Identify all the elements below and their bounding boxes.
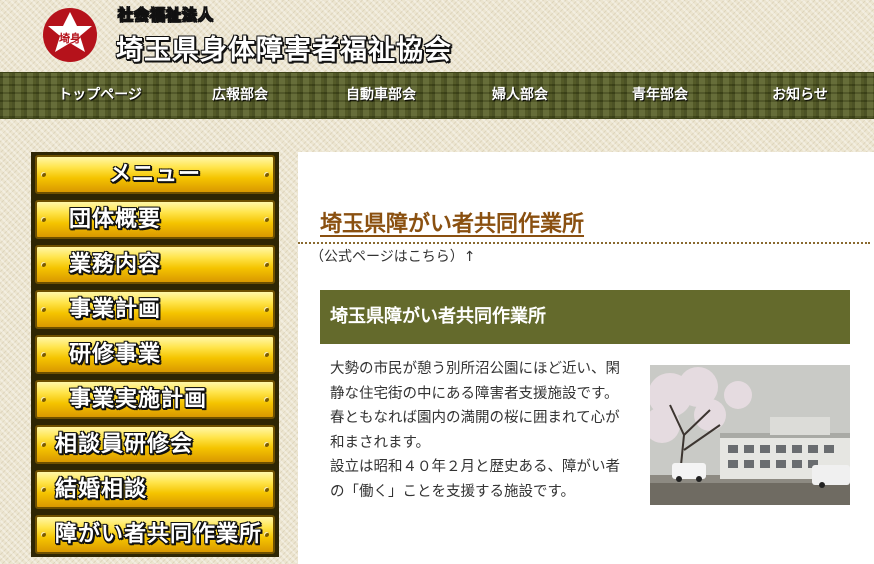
menu-item-label: 障がい者共同作業所	[55, 522, 263, 547]
menu-title: メニュー	[31, 152, 279, 197]
description-paragraph: 春ともなれば園内の満開の桜に囲まれて心が和まされます。	[330, 410, 620, 451]
menu-item-organization-overview[interactable]: 団体概要	[31, 197, 279, 242]
description-paragraph: 設立は昭和４０年２月と歴史ある、障がい者の「働く」ことを支援する施設です。	[330, 459, 620, 500]
description: 大勢の市民が憩う別所沼公園にほど近い、閑静な住宅街の中にある障害者支援施設です。…	[330, 357, 624, 504]
page-title-link[interactable]: 埼玉県障がい者共同作業所	[320, 206, 584, 238]
description-paragraph: 大勢の市民が憩う別所沼公園にほど近い、閑静な住宅街の中にある障害者支援施設です。	[330, 361, 620, 402]
svg-text:埼身: 埼身	[59, 31, 81, 45]
menu-item-label: 研修事業	[69, 342, 162, 367]
menu-item-label: 事業計画	[69, 297, 162, 322]
nav-item-public-relations[interactable]: 広報部会	[180, 73, 300, 120]
menu-item-business-content[interactable]: 業務内容	[31, 242, 279, 287]
nav-item-women[interactable]: 婦人部会	[460, 73, 580, 120]
title-divider	[298, 242, 870, 244]
section-header: 埼玉県障がい者共同作業所	[320, 290, 850, 344]
section-title: 埼玉県障がい者共同作業所	[330, 306, 546, 327]
main-nav: トップページ 広報部会 自動車部会 婦人部会 青年部会 お知らせ	[0, 72, 874, 119]
nav-item-automobile[interactable]: 自動車部会	[318, 73, 444, 120]
main-content: 埼玉県障がい者共同作業所 （公式ページはこちら）↑ 埼玉県障がい者共同作業所 大…	[298, 152, 874, 564]
menu-item-label: 相談員研修会	[55, 432, 194, 457]
menu-item-workshop[interactable]: 障がい者共同作業所	[31, 512, 279, 557]
logo-text: 埼身	[59, 31, 81, 45]
menu-item-label: 事業実施計画	[69, 387, 208, 412]
menu-item-label: 結婚相談	[55, 477, 148, 502]
menu-item-business-plan[interactable]: 事業計画	[31, 287, 279, 332]
nav-item-top[interactable]: トップページ	[30, 73, 170, 120]
menu-item-implementation-plan[interactable]: 事業実施計画	[31, 377, 279, 422]
logo-emblem-icon[interactable]: 埼身	[40, 6, 104, 64]
site-header: 埼身 社会福祉法人 埼玉県身体障害者福祉協会	[0, 0, 874, 72]
menu-item-training[interactable]: 研修事業	[31, 332, 279, 377]
nav-item-youth[interactable]: 青年部会	[600, 73, 720, 120]
nav-item-news[interactable]: お知らせ	[740, 73, 860, 120]
org-name[interactable]: 埼玉県身体障害者福祉協会	[116, 28, 452, 67]
menu-item-label: 業務内容	[69, 252, 162, 277]
menu-title-label: メニュー	[108, 162, 201, 187]
menu-item-label: 団体概要	[69, 207, 162, 232]
menu-item-marriage-consultation[interactable]: 結婚相談	[31, 467, 279, 512]
sidebar-menu: メニュー 団体概要 業務内容 事業計画 研修事業 事業実施計画 相談員研修会 結…	[31, 152, 279, 557]
official-page-link[interactable]: （公式ページはこちら）↑	[310, 246, 475, 266]
facility-photo	[650, 365, 850, 505]
org-type: 社会福祉法人	[118, 6, 215, 25]
menu-item-counselor-training[interactable]: 相談員研修会	[31, 422, 279, 467]
